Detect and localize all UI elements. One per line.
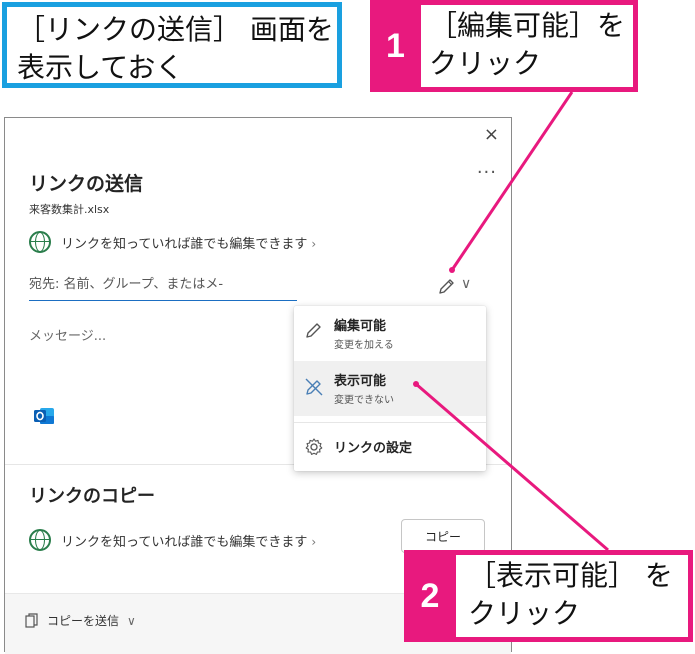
step1-callout: 1 ［編集可能］を クリック xyxy=(370,0,638,92)
recipients-input[interactable]: 宛先: 名前、グループ、またはメ- xyxy=(29,270,297,301)
dialog-title: リンクの送信 xyxy=(29,173,144,195)
pencil-icon[interactable] xyxy=(437,276,457,296)
globe-icon xyxy=(29,231,51,253)
send-copy-button[interactable]: コピーを送信 ∨ xyxy=(25,612,136,629)
file-name: 来客数集計.xlsx xyxy=(29,203,110,216)
step2-number: 2 xyxy=(420,576,440,615)
menu-item-description: 変更を加える xyxy=(334,340,394,351)
menu-item-label: リンクの設定 xyxy=(334,441,413,456)
menu-item-link-settings[interactable]: リンクの設定 xyxy=(294,423,486,471)
more-options-icon[interactable]: ··· xyxy=(477,162,497,183)
chevron-down-icon[interactable]: ∨ xyxy=(461,276,471,292)
copy-button[interactable]: コピー xyxy=(401,519,485,553)
globe-icon xyxy=(29,529,51,551)
copy-link-title: リンクのコピー xyxy=(29,486,155,507)
step1-text: ［編集可能］を クリック xyxy=(420,5,633,87)
menu-item-description: 変更できない xyxy=(334,395,394,406)
pencil-off-icon xyxy=(305,378,323,396)
chevron-right-icon: › xyxy=(311,535,317,549)
intro-callout: ［リンクの送信］ 画面を 表示しておく xyxy=(2,2,342,88)
step2-line1: ［表示可能］ を xyxy=(468,559,673,592)
step1-line1: ［編集可能］を xyxy=(428,9,625,42)
step2-line2: クリック xyxy=(468,597,581,630)
message-input[interactable]: メッセージ... xyxy=(29,325,106,344)
chevron-right-icon: › xyxy=(311,237,317,251)
step1-line2: クリック xyxy=(428,47,541,80)
gear-icon xyxy=(305,438,323,455)
menu-item-label: 表示可能 xyxy=(334,374,387,389)
menu-item-can-edit[interactable]: 編集可能 変更を加える xyxy=(294,306,486,361)
send-copy-label: コピーを送信 xyxy=(47,614,120,628)
close-icon[interactable]: × xyxy=(484,124,499,145)
chevron-down-icon: ∨ xyxy=(127,613,136,628)
copy-link-settings-label: リンクを知っていれば誰でも編集できます xyxy=(61,535,308,550)
intro-callout-line1: ［リンクの送信］ 画面を xyxy=(17,13,334,46)
outlook-icon[interactable] xyxy=(33,406,55,426)
intro-callout-line2: 表示しておく xyxy=(17,51,184,84)
copy-icon xyxy=(25,612,38,628)
step2-callout: 2 ［表示可能］ を クリック xyxy=(404,550,693,642)
link-settings-label: リンクを知っていれば誰でも編集できます xyxy=(61,237,308,252)
menu-item-label: 編集可能 xyxy=(334,319,387,334)
permission-menu: 編集可能 変更を加える 表示可能 変更できない リンクの設定 xyxy=(294,306,486,471)
menu-item-can-view[interactable]: 表示可能 変更できない xyxy=(294,361,486,416)
pencil-icon xyxy=(306,323,321,338)
copy-link-settings-link[interactable]: リンクを知っていれば誰でも編集できます › xyxy=(61,531,316,550)
step1-number: 1 xyxy=(386,26,405,65)
step2-text: ［表示可能］ を クリック xyxy=(456,555,688,637)
link-settings-link[interactable]: リンクを知っていれば誰でも編集できます › xyxy=(61,233,316,252)
